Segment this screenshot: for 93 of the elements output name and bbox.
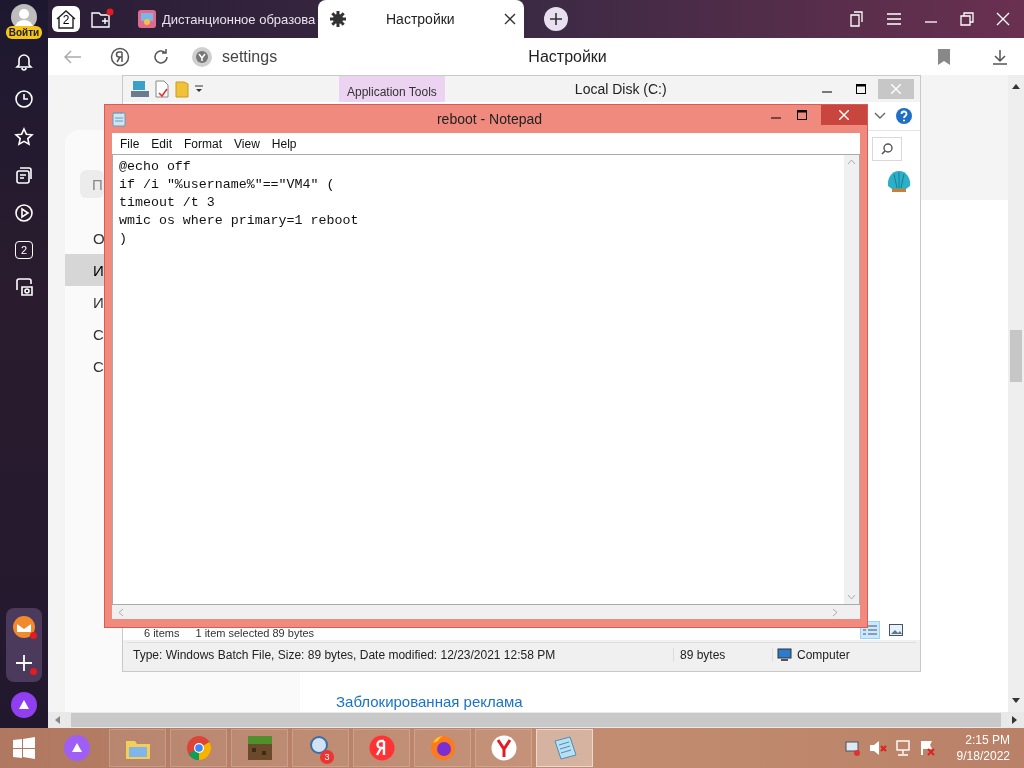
image-icon (889, 624, 903, 636)
count-badge: 3 (320, 750, 334, 764)
reload-icon[interactable] (152, 47, 170, 66)
address-field[interactable]: settings (222, 47, 278, 66)
tab-counter[interactable]: 2 (15, 241, 33, 259)
properties-icon[interactable] (155, 80, 169, 98)
bookmark-icon[interactable] (938, 48, 950, 65)
clock-icon[interactable] (14, 89, 34, 109)
item-count: 6 items (144, 627, 180, 639)
assistant-icon (63, 735, 90, 761)
file-details: Type: Windows Batch File, Size: 89 bytes, Date modified: 12/23/2021 12:58 PM (132, 648, 557, 662)
search-field[interactable] (872, 137, 902, 161)
download-icon[interactable] (992, 48, 1008, 65)
flag-icon[interactable] (918, 740, 935, 756)
file-size: 89 bytes (673, 648, 772, 662)
thumbnails-view-button[interactable] (886, 621, 906, 639)
help-icon[interactable] (896, 108, 912, 124)
taskbar-button[interactable] (353, 729, 410, 767)
list-icon (863, 624, 877, 636)
login-button[interactable]: Войти (5, 26, 43, 39)
page-title: Настройки (528, 47, 608, 66)
nav-item[interactable]: С (65, 318, 104, 350)
new-tab-group-icon[interactable] (90, 8, 114, 30)
selection-info: 1 item selected 89 bytes (195, 627, 315, 639)
menu-item[interactable]: Edit (145, 136, 179, 151)
scroll-up-icon[interactable] (1012, 83, 1020, 89)
chrome-icon (185, 735, 212, 761)
taskbar-button[interactable] (414, 729, 471, 767)
scroll-right-icon[interactable] (1012, 716, 1018, 724)
ribbon-tab[interactable]: Application Tools (339, 76, 445, 102)
restore-icon[interactable] (960, 12, 974, 26)
maximize-icon[interactable] (856, 84, 866, 94)
bell-icon[interactable] (14, 51, 34, 71)
network-icon[interactable] (894, 740, 911, 756)
taskbar-button[interactable]: 3 (292, 729, 349, 767)
plus-icon[interactable] (15, 654, 33, 672)
house-icon (55, 9, 77, 29)
assistant-icon[interactable] (11, 692, 37, 718)
scrollbar[interactable] (48, 712, 1024, 728)
menu-item[interactable]: File (114, 136, 146, 151)
computer-icon (777, 648, 793, 662)
search-icon (881, 143, 893, 155)
plus-icon (550, 13, 562, 25)
nav-item[interactable]: И (65, 286, 104, 318)
cards-icon[interactable] (14, 165, 34, 185)
page-favicon (138, 10, 156, 28)
maximize-icon[interactable] (797, 110, 807, 120)
expand-icon[interactable] (874, 112, 886, 120)
menu-item[interactable]: Help (265, 136, 303, 151)
ya-logo-icon (368, 735, 395, 761)
nav-item[interactable]: О (65, 222, 104, 254)
taskbar-button[interactable] (231, 729, 288, 767)
menu-icon[interactable] (886, 12, 902, 26)
tabs-icon[interactable] (848, 11, 864, 27)
camera-icon[interactable] (14, 277, 34, 297)
window-title: reboot - Notepad (435, 111, 544, 127)
shell-icon (886, 169, 912, 193)
notepad-icon (112, 111, 126, 127)
browser-tab[interactable]: Настройки (318, 0, 524, 38)
blocked-ads-link[interactable]: Заблокированная реклама (336, 693, 1008, 710)
menu-item[interactable]: View (228, 136, 266, 151)
close-icon (839, 110, 849, 120)
taskbar-button[interactable] (475, 729, 532, 767)
yandex-icon[interactable] (110, 46, 130, 67)
network-monitor-icon[interactable] (844, 740, 861, 756)
star-icon[interactable] (14, 127, 34, 147)
scrollbar[interactable] (1008, 75, 1024, 712)
browser-logo-icon (195, 49, 209, 64)
browser-tab[interactable]: Дистанционное образова (128, 0, 318, 38)
speaker-muted-icon[interactable] (868, 740, 887, 756)
scroll-down-icon[interactable] (1012, 698, 1020, 704)
gear-icon (330, 11, 346, 27)
home-button[interactable]: 2 (52, 6, 80, 32)
firefox-icon (429, 735, 456, 761)
location-label: Computer (797, 648, 850, 662)
new-tab-button[interactable] (544, 7, 568, 31)
y-logo-icon (490, 735, 517, 761)
close-icon (891, 84, 901, 94)
scrollbar-thumb[interactable] (1010, 330, 1022, 382)
window-title: Local Disk (C:) (574, 81, 667, 97)
windows-icon (13, 737, 35, 759)
notepad-icon (551, 735, 578, 761)
nav-item[interactable]: С (65, 350, 104, 382)
computer-icon[interactable] (131, 80, 149, 98)
close-icon[interactable] (504, 13, 516, 25)
scroll-left-icon[interactable] (54, 716, 60, 724)
nav-item[interactable]: И (65, 254, 104, 286)
grass-block-icon (246, 735, 273, 761)
dropdown-icon[interactable] (195, 85, 203, 93)
mail-app-icon[interactable] (12, 615, 36, 639)
close-button[interactable] (821, 105, 867, 125)
play-icon[interactable] (14, 203, 34, 223)
menu-item[interactable]: Format (178, 136, 229, 151)
